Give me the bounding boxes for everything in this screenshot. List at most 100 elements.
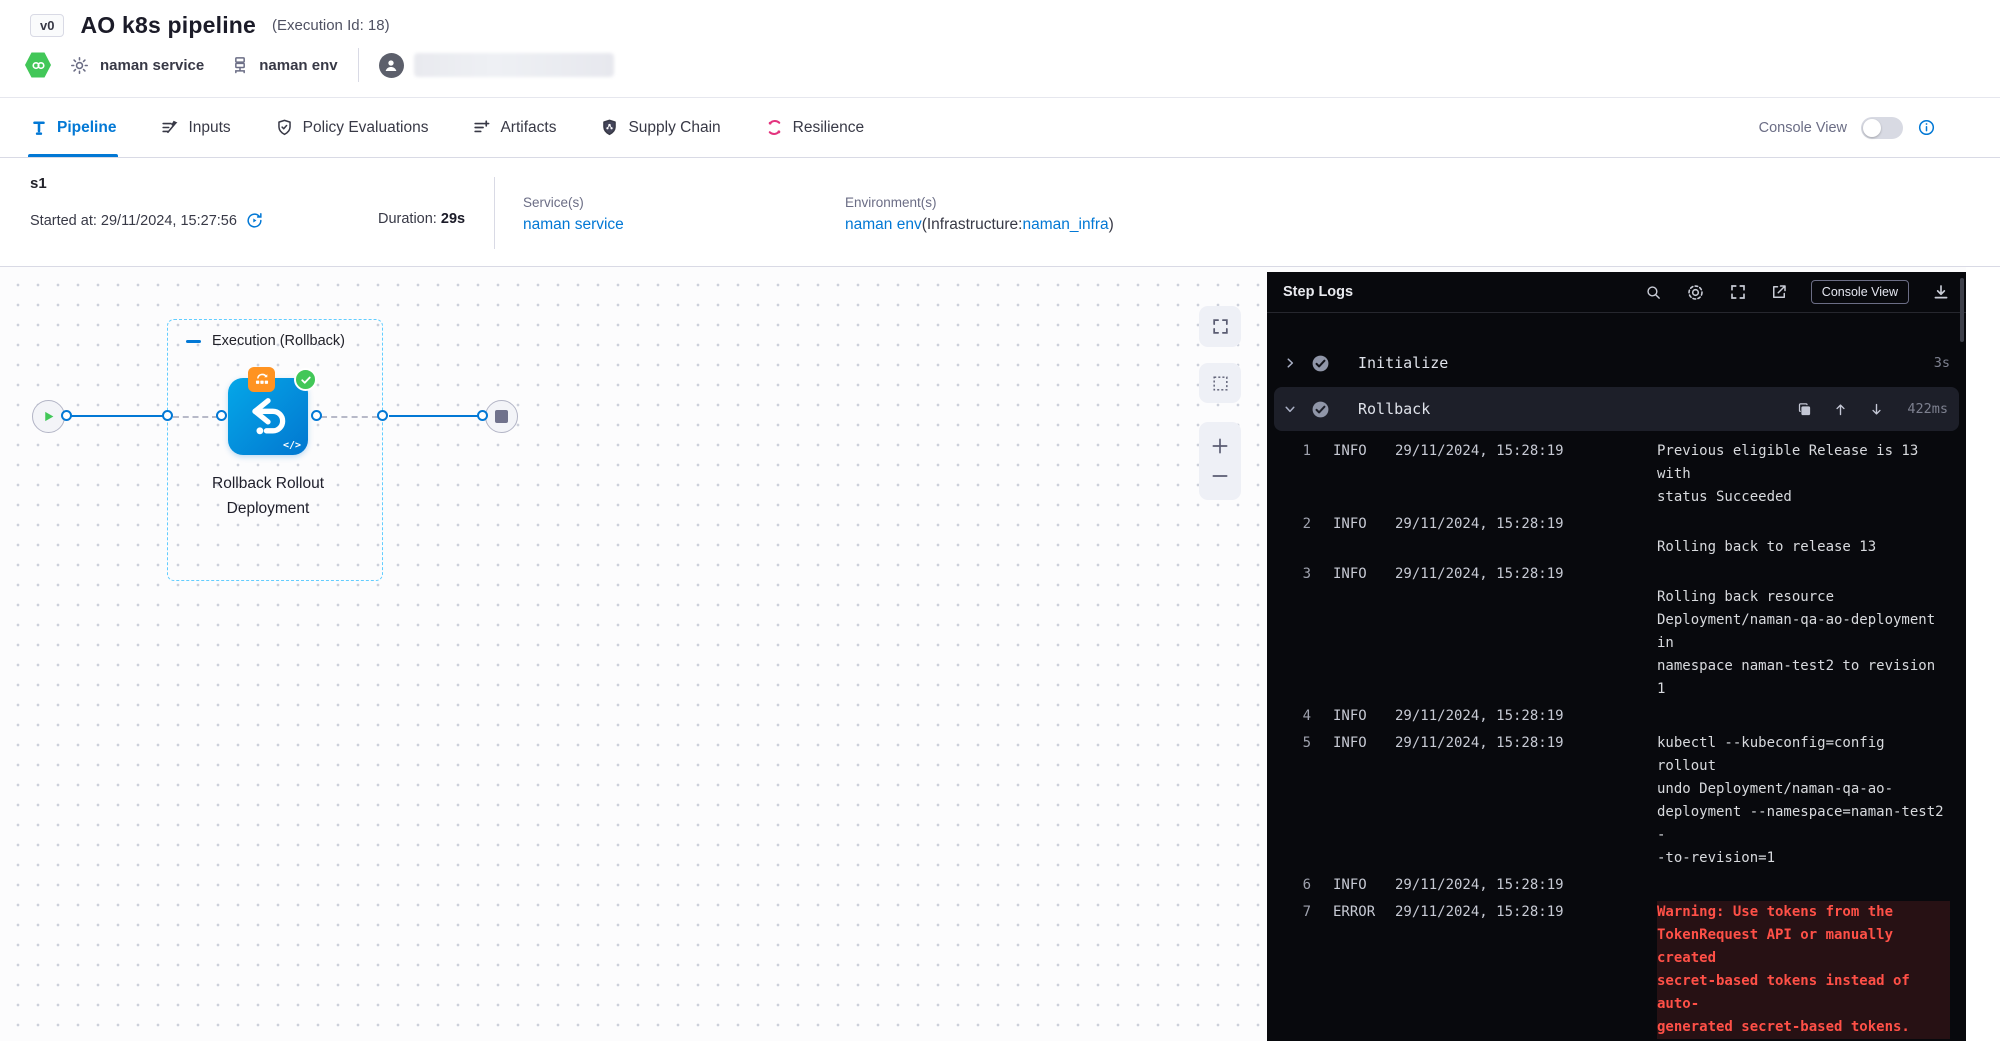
log-message-error: Warning: Use tokens from the TokenReques… (1657, 901, 1950, 1039)
log-level: INFO (1333, 732, 1387, 755)
log-line-number: 5 (1295, 732, 1311, 755)
stage-info-bar: s1 Started at: 29/11/2024, 15:27:56 Dura… (0, 159, 2000, 267)
log-level: ERROR (1333, 901, 1387, 924)
page-header: v0 AO k8s pipeline (Execution Id: 18) na… (0, 0, 2000, 97)
log-section-rollback[interactable]: Rollback 422ms (1274, 387, 1959, 431)
page-title: AO k8s pipeline (80, 12, 256, 39)
service-link[interactable]: naman service (523, 216, 624, 234)
redacted-user-info (414, 53, 614, 77)
tab-pipeline[interactable]: Pipeline (30, 98, 116, 157)
artifacts-icon (472, 118, 491, 137)
version-badge: v0 (30, 14, 64, 37)
log-line: 3 INFO 29/11/2024, 15:28:19 Rolling back… (1295, 563, 1950, 701)
zoom-to-fit-button[interactable] (1199, 306, 1241, 347)
log-line-number: 1 (1295, 440, 1311, 463)
environment-link[interactable]: naman env (845, 216, 922, 233)
rollback-arrow-icon (242, 391, 294, 443)
chevron-down-icon (1283, 402, 1299, 416)
stage-name: s1 (30, 175, 47, 192)
info-icon[interactable] (1917, 118, 1936, 137)
tab-policy-evaluations[interactable]: Policy Evaluations (275, 98, 429, 157)
search-icon[interactable] (1645, 284, 1662, 301)
step-logs-header: Step Logs Console View (1267, 272, 1966, 313)
gear-icon (69, 55, 90, 76)
end-node[interactable] (485, 400, 518, 433)
log-level: INFO (1333, 563, 1387, 586)
section-duration: 422ms (1907, 401, 1948, 417)
duration-label: Duration: (378, 211, 441, 227)
console-view-label: Console View (1759, 120, 1847, 136)
log-lines: 1 INFO 29/11/2024, 15:28:19 Previous eli… (1267, 431, 1966, 1041)
scroll-bottom-arrow-icon[interactable] (1869, 402, 1884, 417)
log-timestamp: 29/11/2024, 15:28:19 (1395, 440, 1597, 463)
zoom-in-button[interactable] (1210, 436, 1230, 456)
pipeline-icon (30, 119, 48, 137)
log-section-initialize[interactable]: Initialize 3s (1267, 345, 1966, 381)
environments-label: Environment(s) (845, 195, 1114, 210)
selection-tool-button[interactable] (1199, 363, 1241, 403)
infra-suffix: ) (1109, 216, 1114, 233)
console-view-button[interactable]: Console View (1811, 280, 1909, 304)
duration-value: 29s (441, 211, 465, 227)
scroll-top-arrow-icon[interactable] (1833, 402, 1848, 417)
step-logs-panel: Step Logs Console View (1267, 272, 1966, 1041)
section-label: Rollback (1358, 400, 1430, 418)
collapse-group-icon[interactable] (186, 340, 201, 343)
zoom-out-button[interactable] (1210, 466, 1230, 486)
supply-chain-shield-icon (600, 118, 619, 137)
section-duration: 3s (1934, 355, 1950, 371)
console-view-toggle[interactable] (1861, 117, 1903, 139)
rollback-step-node[interactable]: </> (228, 378, 308, 455)
history-icon[interactable] (245, 211, 264, 230)
edge-connector-dot (377, 410, 388, 421)
copy-logs-icon[interactable] (1797, 402, 1812, 417)
infra-prefix: (Infrastructure: (922, 216, 1023, 233)
stop-square-icon (495, 410, 508, 423)
step-success-icon (294, 368, 317, 391)
step-label: Rollback Rollout Deployment (183, 471, 353, 521)
open-in-new-icon[interactable] (1770, 283, 1788, 301)
log-message: Rolling back resource Deployment/naman-q… (1657, 563, 1950, 701)
log-line-number: 7 (1295, 901, 1311, 924)
edge-connector-dot (311, 410, 322, 421)
download-logs-icon[interactable] (1932, 283, 1950, 301)
log-line-error: 7 ERROR 29/11/2024, 15:28:19 Warning: Us… (1295, 901, 1950, 1039)
log-timestamp: 29/11/2024, 15:28:19 (1395, 705, 1597, 728)
code-glyph: </> (283, 440, 301, 451)
edge-start-to-group (66, 415, 164, 417)
log-line-number: 2 (1295, 513, 1311, 536)
tab-label: Artifacts (500, 119, 556, 137)
chevron-right-icon (1283, 356, 1299, 370)
log-timestamp: 29/11/2024, 15:28:19 (1395, 732, 1597, 755)
tab-supply-chain[interactable]: Supply Chain (600, 98, 720, 157)
log-line-number: 4 (1295, 705, 1311, 728)
tab-label: Supply Chain (628, 119, 720, 137)
section-label: Initialize (1358, 354, 1448, 372)
log-settings-gear-icon[interactable] (1685, 282, 1706, 303)
services-label: Service(s) (523, 195, 624, 210)
tab-label: Resilience (793, 119, 865, 137)
step-logs-title: Step Logs (1283, 284, 1353, 300)
success-check-icon (1311, 400, 1330, 419)
edge-connector-dot (216, 410, 227, 421)
log-line: 6 INFO 29/11/2024, 15:28:19 (1295, 874, 1950, 897)
log-timestamp: 29/11/2024, 15:28:19 (1395, 563, 1597, 586)
tab-artifacts[interactable]: Artifacts (472, 98, 556, 157)
expand-fullscreen-icon[interactable] (1729, 283, 1747, 301)
edge-connector-dot (162, 410, 173, 421)
edge-connector-dot (61, 410, 72, 421)
log-timestamp: 29/11/2024, 15:28:19 (1395, 901, 1597, 924)
started-at: Started at: 29/11/2024, 15:27:56 (30, 213, 237, 229)
user-avatar-icon (379, 53, 404, 78)
panel-scrollbar[interactable] (1960, 278, 1964, 342)
tab-inputs[interactable]: Inputs (160, 98, 230, 157)
log-line: 4 INFO 29/11/2024, 15:28:19 (1295, 705, 1950, 728)
success-check-icon (1311, 354, 1330, 373)
log-level: INFO (1333, 705, 1387, 728)
log-timestamp: 29/11/2024, 15:28:19 (1395, 513, 1597, 536)
infrastructure-link[interactable]: naman_infra (1022, 216, 1108, 233)
start-node[interactable] (32, 400, 65, 433)
cd-module-icon (25, 52, 51, 78)
tab-resilience[interactable]: Resilience (765, 98, 865, 157)
log-message: kubectl --kubeconfig=config rollout undo… (1657, 732, 1950, 870)
